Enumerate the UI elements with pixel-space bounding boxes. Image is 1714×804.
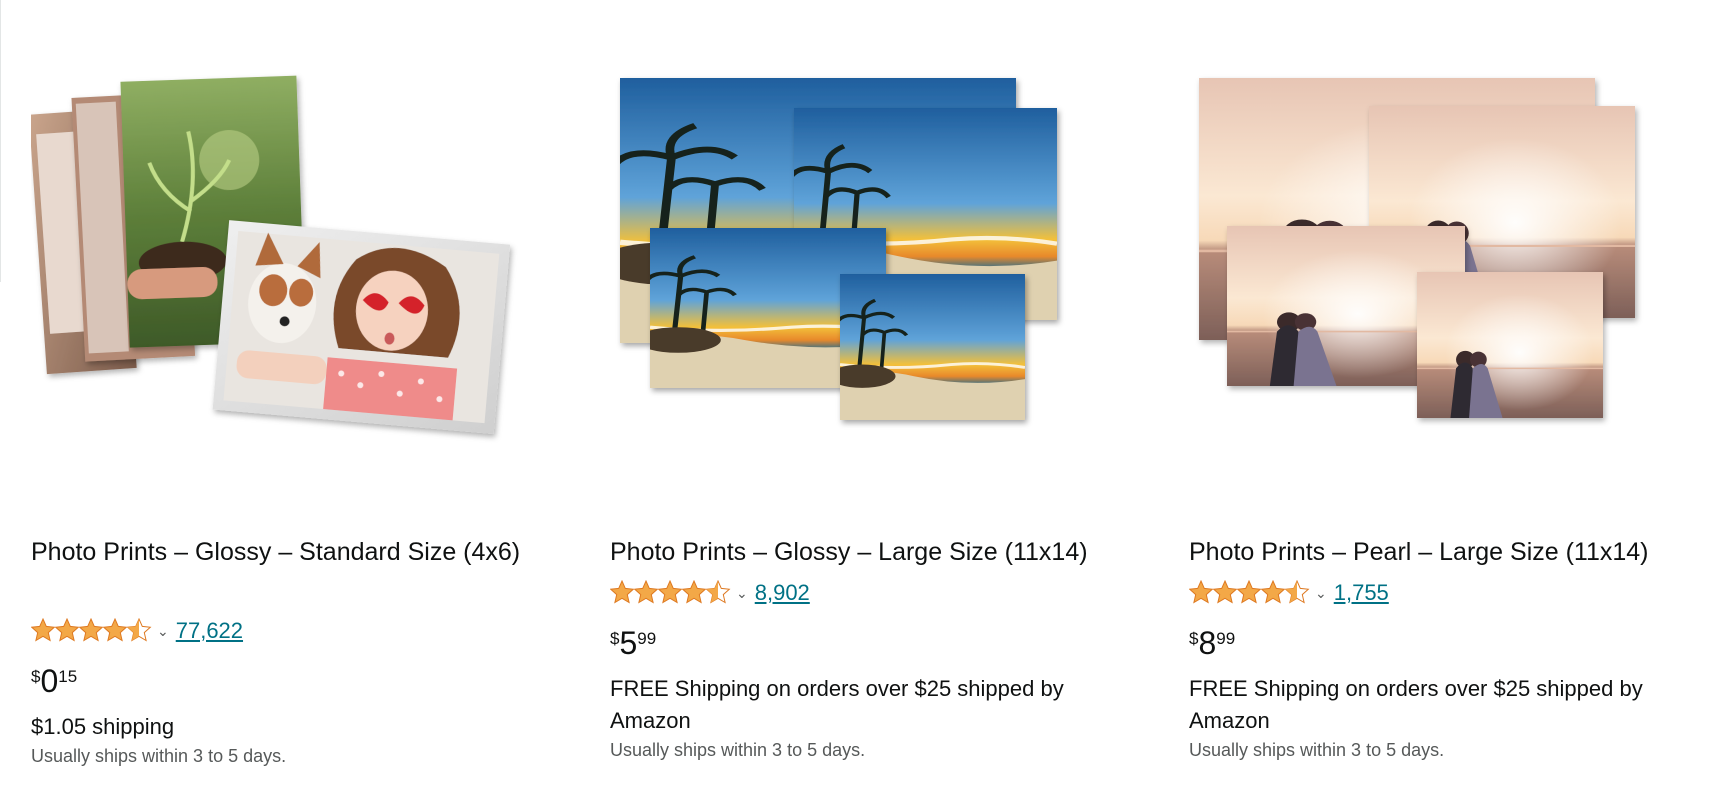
star-icon: [54, 618, 80, 642]
star-icon: [657, 580, 683, 604]
rating-row: ⌄ 8,902: [610, 578, 810, 608]
shipping-info: $1.05 shipping: [31, 714, 175, 739]
product-image-standard-glossy[interactable]: [31, 60, 551, 500]
page-divider: [0, 0, 1, 282]
price: $ 5 99: [610, 626, 656, 660]
star-icon: [633, 580, 659, 604]
star-icon: [31, 618, 56, 642]
chevron-down-icon[interactable]: ⌄: [157, 623, 169, 640]
star-rating[interactable]: [31, 618, 153, 644]
price-fraction: 99: [637, 629, 657, 648]
price-symbol: $: [610, 629, 620, 648]
product-title-large-pearl[interactable]: Photo Prints – Pearl – Large Size (11x14…: [1189, 533, 1709, 571]
chevron-down-icon[interactable]: ⌄: [736, 585, 748, 602]
product-image-large-glossy[interactable]: [610, 60, 1130, 500]
price: $ 8 99: [1189, 626, 1235, 660]
price: $ 0 15: [31, 664, 77, 698]
product-card-large-pearl: Photo Prints – Pearl – Large Size (11x14…: [1189, 0, 1709, 804]
ships-note: Usually ships within 3 to 5 days.: [31, 746, 287, 766]
star-rating[interactable]: [610, 580, 732, 606]
chevron-down-icon[interactable]: ⌄: [1315, 585, 1327, 602]
review-count-link[interactable]: 8,902: [755, 580, 810, 606]
rating-row: ⌄ 77,622: [31, 616, 243, 646]
price-whole: 0: [40, 663, 59, 699]
review-count-link[interactable]: 1,755: [1334, 580, 1389, 606]
price-fraction: 15: [58, 667, 78, 686]
product-card-standard-glossy: Photo Prints – Glossy – Standard Size (4…: [31, 0, 551, 804]
review-count-link[interactable]: 77,622: [176, 618, 243, 644]
rating-row: ⌄ 1,755: [1189, 578, 1389, 608]
star-icon: [78, 618, 104, 642]
product-title-large-glossy[interactable]: Photo Prints – Glossy – Large Size (11x1…: [610, 533, 1130, 571]
star-icon: [610, 580, 635, 604]
product-image-large-pearl[interactable]: [1189, 60, 1709, 500]
price-fraction: 99: [1216, 629, 1236, 648]
shipping-info: FREE Shipping on orders over $25 shipped…: [1189, 676, 1643, 733]
star-icon: [1189, 580, 1214, 604]
product-card-large-glossy: Photo Prints – Glossy – Large Size (11x1…: [610, 0, 1130, 804]
star-icon: [1260, 580, 1286, 604]
product-title-standard-glossy[interactable]: Photo Prints – Glossy – Standard Size (4…: [31, 533, 551, 571]
shipping-info: FREE Shipping on orders over $25 shipped…: [610, 676, 1064, 733]
price-whole: 8: [1198, 625, 1217, 661]
product-grid: Photo Prints – Glossy – Standard Size (4…: [31, 0, 1691, 804]
ships-note: Usually ships within 3 to 5 days.: [1189, 740, 1445, 760]
star-icon: [102, 618, 128, 642]
ships-note: Usually ships within 3 to 5 days.: [610, 740, 866, 760]
star-icon: [1236, 580, 1262, 604]
star-rating[interactable]: [1189, 580, 1311, 606]
price-symbol: $: [31, 667, 41, 686]
star-icon: [1212, 580, 1238, 604]
price-whole: 5: [619, 625, 638, 661]
star-icon: [681, 580, 707, 604]
price-symbol: $: [1189, 629, 1199, 648]
